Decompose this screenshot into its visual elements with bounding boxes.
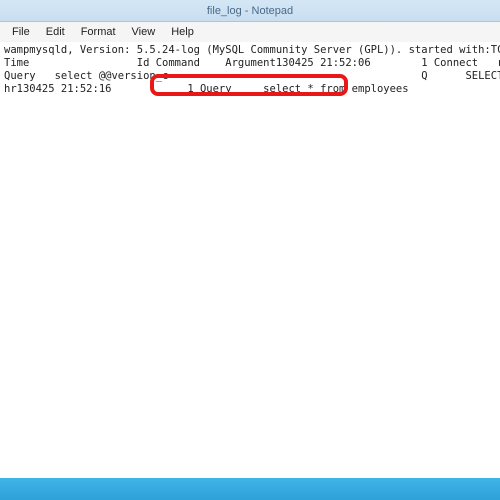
window-title: file_log - Notepad [207, 5, 293, 17]
title-bar: file_log - Notepad [0, 0, 500, 22]
text-editor-content[interactable]: wampmysqld, Version: 5.5.24-log (MySQL C… [0, 42, 500, 478]
menu-file[interactable]: File [4, 24, 38, 40]
menu-format[interactable]: Format [73, 24, 124, 40]
menu-view[interactable]: View [124, 24, 164, 40]
menu-edit[interactable]: Edit [38, 24, 73, 40]
menu-help[interactable]: Help [163, 24, 202, 40]
menu-bar: File Edit Format View Help [0, 22, 500, 42]
log-line-2: Time Id Command Argument130425 21:52:06 … [4, 57, 500, 69]
log-line-1: wampmysqld, Version: 5.5.24-log (MySQL C… [4, 44, 500, 56]
taskbar [0, 478, 500, 500]
log-line-3: Query select @@version_c Q SELECT DATABA… [4, 70, 500, 82]
log-line-4: hr130425 21:52:16 1 Query select * from … [4, 83, 409, 95]
